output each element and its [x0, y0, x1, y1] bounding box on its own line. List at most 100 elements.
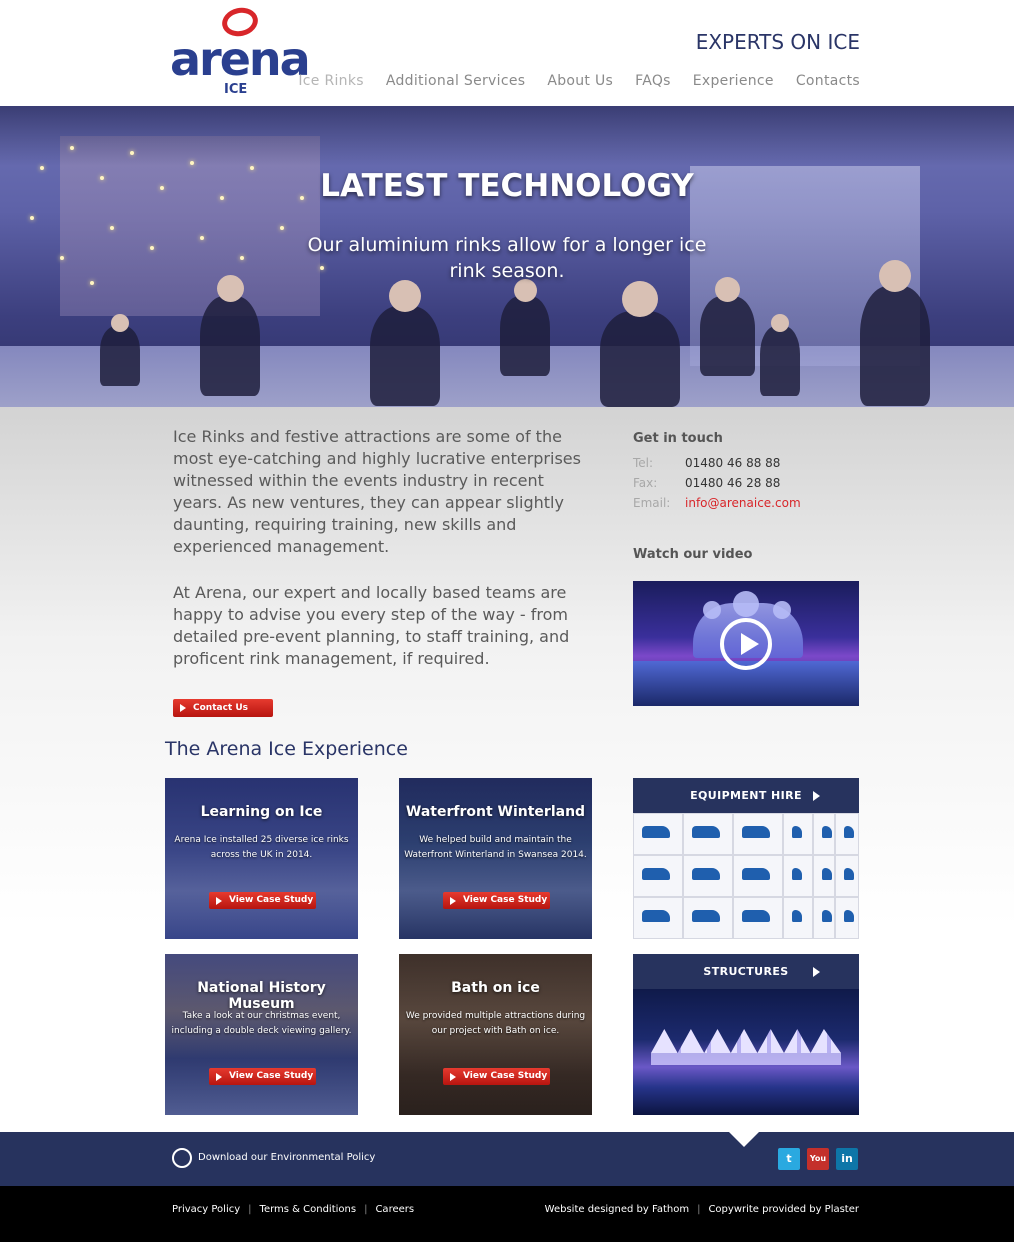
- skate-icon: [822, 826, 832, 838]
- structures-tile[interactable]: STRUCTURES: [633, 954, 859, 1115]
- skater-head: [771, 314, 789, 332]
- play-icon[interactable]: [720, 618, 772, 670]
- equipment-hire-tile[interactable]: EQUIPMENT HIRE: [633, 778, 859, 939]
- skate-icon: [692, 826, 720, 838]
- arrow-right-icon: [813, 967, 820, 977]
- footer-notch: [729, 1132, 759, 1147]
- skate-icon: [844, 826, 854, 838]
- copywrite-credit-link[interactable]: Copywrite provided by Plaster: [708, 1204, 859, 1215]
- terms-link[interactable]: Terms & Conditions: [260, 1204, 357, 1215]
- skater-head: [622, 281, 658, 317]
- intro-paragraph: Ice Rinks and festive attractions are so…: [173, 427, 581, 556]
- view-case-study-button[interactable]: View Case Study: [209, 892, 316, 909]
- pavilion-dome: [703, 601, 721, 619]
- light-dot: [110, 226, 114, 230]
- button-label: View Case Study: [463, 895, 548, 905]
- skater-head: [389, 280, 421, 312]
- contact-us-button[interactable]: Contact Us: [173, 699, 273, 717]
- globe-icon: [172, 1148, 192, 1168]
- skate-icon: [742, 910, 770, 922]
- intro-paragraph: At Arena, our expert and locally based t…: [173, 583, 570, 668]
- email-link[interactable]: info@arenaice.com: [685, 496, 801, 510]
- skate-cubby: [633, 897, 683, 939]
- skate-cubby: [733, 855, 783, 897]
- case-study-card[interactable]: Bath on ice We provided multiple attract…: [399, 954, 592, 1115]
- view-case-study-button[interactable]: View Case Study: [443, 1068, 550, 1085]
- nav-about-us[interactable]: About Us: [547, 73, 613, 89]
- skate-icon: [844, 868, 854, 880]
- footer-bottom-bar: [0, 1186, 1014, 1242]
- tagline: EXPERTS ON ICE: [695, 30, 860, 54]
- skate-cubby: [813, 897, 835, 939]
- contact-us-label: Contact Us: [193, 703, 249, 713]
- site-header: arena ICE EXPERTS ON ICE Ice Rinks Addit…: [0, 0, 1014, 106]
- skater-silhouette: [100, 326, 140, 386]
- card-title: National History Museum: [197, 980, 326, 1012]
- nav-experience[interactable]: Experience: [693, 73, 774, 89]
- arrow-right-icon: [813, 791, 820, 801]
- button-label: View Case Study: [229, 1071, 314, 1081]
- light-dot: [240, 256, 244, 260]
- equipment-hire-label: EQUIPMENT HIRE: [690, 789, 802, 802]
- structures-image: [633, 989, 859, 1115]
- fax-row: Fax: 01480 46 28 88: [633, 476, 780, 490]
- skate-cubby: [633, 855, 683, 897]
- skater-head: [216, 275, 244, 302]
- case-study-card[interactable]: Waterfront Winterland We helped build an…: [399, 778, 592, 939]
- fax-label: Fax:: [633, 476, 658, 490]
- pavilion-dome: [733, 591, 759, 617]
- environmental-policy-link[interactable]: Download our Environmental Policy: [198, 1152, 375, 1163]
- nav-faqs[interactable]: FAQs: [635, 73, 671, 89]
- skate-cubby: [835, 813, 859, 855]
- skate-icon: [822, 910, 832, 922]
- twitter-icon[interactable]: t: [778, 1148, 800, 1170]
- card-description: Arena Ice installed 25 diverse ice rinks…: [174, 835, 349, 860]
- skater-silhouette: [600, 311, 680, 407]
- hero-banner: LATEST TECHNOLOGY Our aluminium rinks al…: [0, 106, 1014, 407]
- privacy-policy-link[interactable]: Privacy Policy: [172, 1204, 240, 1215]
- skater-silhouette: [200, 296, 260, 396]
- nav-ice-rinks[interactable]: Ice Rinks: [298, 73, 363, 89]
- hero-subtitle: Our aluminium rinks allow for a longer i…: [307, 234, 707, 282]
- card-title: Bath on ice: [451, 980, 540, 996]
- skater-head: [111, 314, 129, 332]
- view-case-study-button[interactable]: View Case Study: [443, 892, 550, 909]
- card-description: We helped build and maintain the Waterfr…: [404, 835, 587, 860]
- email-row: Email: info@arenaice.com: [633, 496, 801, 510]
- video-player[interactable]: [633, 581, 859, 706]
- skate-cubby: [783, 855, 813, 897]
- youtube-icon[interactable]: You: [807, 1148, 829, 1170]
- card-description: We provided multiple attractions during …: [405, 1011, 586, 1036]
- skater-silhouette: [500, 296, 550, 376]
- arrow-right-icon: [450, 1073, 456, 1081]
- skate-icon: [792, 826, 802, 838]
- case-study-card[interactable]: National History Museum Take a look at o…: [165, 954, 358, 1115]
- arena-ice-logo[interactable]: arena ICE: [168, 4, 311, 100]
- careers-link[interactable]: Careers: [375, 1204, 414, 1215]
- skate-icon: [692, 910, 720, 922]
- skate-cubby: [813, 855, 835, 897]
- light-dot: [190, 161, 194, 165]
- skate-icon: [792, 868, 802, 880]
- arrow-right-icon: [216, 1073, 222, 1081]
- arrow-right-icon: [216, 897, 222, 905]
- get-in-touch-title: Get in touch: [633, 431, 723, 446]
- nav-additional-services[interactable]: Additional Services: [386, 73, 525, 89]
- separator: |: [697, 1204, 701, 1215]
- light-dot: [90, 281, 94, 285]
- case-study-card[interactable]: Learning on Ice Arena Ice installed 25 d…: [165, 778, 358, 939]
- separator: |: [248, 1204, 252, 1215]
- fax-value: 01480 46 28 88: [685, 476, 781, 490]
- view-case-study-button[interactable]: View Case Study: [209, 1068, 316, 1085]
- footer-credits: Website designed by Fathom | Copywrite p…: [545, 1204, 859, 1215]
- skate-icon: [844, 910, 854, 922]
- hero-title: LATEST TECHNOLOGY: [320, 168, 694, 204]
- light-dot: [200, 236, 204, 240]
- linkedin-icon[interactable]: in: [836, 1148, 858, 1170]
- arrow-right-icon: [450, 897, 456, 905]
- skate-cubby: [683, 897, 733, 939]
- experience-title: The Arena Ice Experience: [165, 738, 408, 760]
- nav-contacts[interactable]: Contacts: [796, 73, 860, 89]
- designer-credit-link[interactable]: Website designed by Fathom: [545, 1204, 689, 1215]
- light-dot: [280, 226, 284, 230]
